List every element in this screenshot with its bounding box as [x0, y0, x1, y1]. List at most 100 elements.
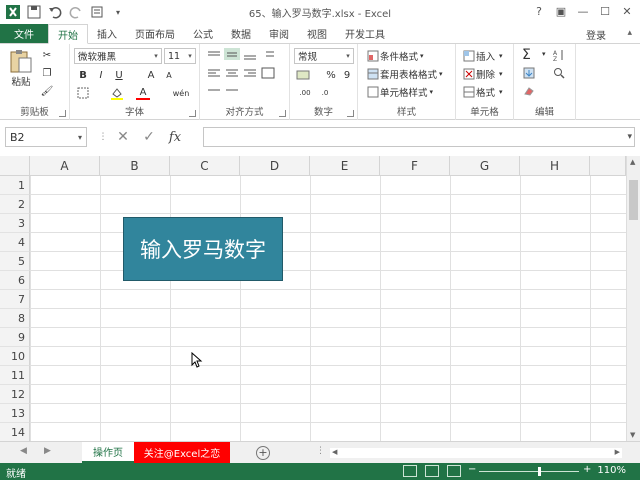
scroll-down-icon[interactable]: ▼	[630, 431, 635, 439]
grow-font-button[interactable]: A	[144, 68, 158, 82]
scroll-thumb[interactable]	[629, 180, 638, 220]
tab-review[interactable]: 审阅	[260, 24, 298, 43]
vertical-scrollbar[interactable]: ▲ ▼	[626, 156, 640, 441]
tab-page-layout[interactable]: 页面布局	[126, 24, 184, 43]
input-roman-numeral-shape[interactable]: 输入罗马数字	[123, 217, 283, 281]
help-button[interactable]: ?	[528, 2, 550, 20]
format-painter-icon[interactable]: 🖌	[40, 84, 54, 98]
zoom-slider[interactable]	[479, 471, 579, 472]
alignment-icons[interactable]	[200, 48, 290, 106]
decrease-decimal-icon[interactable]: .0	[318, 86, 332, 100]
column-header[interactable]: A	[30, 156, 100, 176]
row-header[interactable]: 9	[0, 328, 30, 347]
customize-qat-icon[interactable]: ▾	[109, 3, 127, 21]
bold-button[interactable]: B	[76, 68, 90, 82]
prev-sheet-icon[interactable]: ◀	[20, 446, 27, 456]
border-icon[interactable]	[76, 86, 90, 100]
column-header[interactable]: B	[100, 156, 170, 176]
phonetic-button[interactable]: wén	[173, 86, 190, 100]
increase-decimal-icon[interactable]: .00	[298, 86, 312, 100]
zoom-out-icon[interactable]: −	[468, 464, 476, 475]
normal-view-icon[interactable]	[403, 465, 417, 477]
row-header[interactable]: 14	[0, 423, 30, 441]
alignment-launcher-icon[interactable]	[279, 110, 286, 117]
font-size-combo[interactable]: 11 ▾	[164, 48, 196, 64]
collapse-ribbon-icon[interactable]: ▴	[627, 28, 632, 38]
underline-button[interactable]: U	[112, 68, 126, 82]
scroll-up-icon[interactable]: ▲	[630, 158, 635, 166]
row-header[interactable]: 13	[0, 404, 30, 423]
row-header[interactable]: 8	[0, 309, 30, 328]
number-format-combo[interactable]: 常规 ▾	[294, 48, 354, 64]
column-header[interactable]: G	[450, 156, 520, 176]
shrink-font-button[interactable]: A	[162, 68, 176, 82]
enter-icon[interactable]: ✓	[136, 129, 162, 145]
font-name-combo[interactable]: 微软雅黑 ▾	[74, 48, 162, 64]
tab-developer[interactable]: 开发工具	[336, 24, 394, 43]
copy-icon[interactable]: ❐	[40, 66, 54, 80]
page-break-view-icon[interactable]	[447, 465, 461, 477]
delete-cells-button[interactable]: 删除 ▾	[462, 67, 503, 81]
column-header[interactable]: E	[310, 156, 380, 176]
worksheet-grid[interactable]: A B C D E F G H 1 2 3 4 5 6 7 8 9 10 11 …	[0, 156, 640, 441]
print-preview-icon[interactable]	[88, 3, 106, 21]
tab-view[interactable]: 视图	[298, 24, 336, 43]
cell-area[interactable]	[30, 176, 626, 441]
cut-icon[interactable]: ✂	[40, 48, 54, 62]
add-sheet-icon[interactable]: +	[256, 446, 270, 460]
cancel-icon[interactable]: ✕	[110, 129, 136, 145]
row-header[interactable]: 2	[0, 195, 30, 214]
save-icon[interactable]	[25, 3, 43, 21]
zoom-in-icon[interactable]: +	[583, 464, 591, 475]
fill-icon[interactable]	[522, 66, 536, 80]
login-link[interactable]: 登录	[586, 27, 606, 42]
cell-styles-button[interactable]: 单元格样式 ▾	[366, 85, 433, 99]
redo-icon[interactable]	[67, 3, 85, 21]
tab-formulas[interactable]: 公式	[184, 24, 222, 43]
column-header[interactable]: C	[170, 156, 240, 176]
row-header[interactable]: 10	[0, 347, 30, 366]
select-all-corner[interactable]	[0, 156, 30, 176]
chevron-down-icon[interactable]: ▾	[542, 50, 546, 58]
column-header[interactable]	[590, 156, 626, 176]
autosum-button[interactable]: Σ	[522, 47, 531, 63]
tab-home[interactable]: 开始	[48, 24, 88, 44]
conditional-format-button[interactable]: 条件格式 ▾	[366, 49, 424, 63]
column-header[interactable]: D	[240, 156, 310, 176]
expand-formula-icon[interactable]: ▾	[627, 132, 632, 142]
clipboard-launcher-icon[interactable]	[59, 110, 66, 117]
tab-insert[interactable]: 插入	[88, 24, 126, 43]
tab-data[interactable]: 数据	[222, 24, 260, 43]
format-as-table-button[interactable]: 套用表格格式 ▾	[366, 67, 443, 81]
insert-function-icon[interactable]: fx	[162, 130, 188, 145]
row-header[interactable]: 12	[0, 385, 30, 404]
drag-handle-icon[interactable]: ⋮	[96, 132, 110, 142]
horizontal-scrollbar[interactable]: ◀ ▶	[330, 448, 622, 458]
row-header[interactable]: 11	[0, 366, 30, 385]
paste-button[interactable]: 粘贴	[8, 48, 34, 88]
clear-icon[interactable]	[522, 84, 536, 98]
insert-cells-button[interactable]: 插入 ▾	[462, 49, 503, 63]
sheet-tab-follow[interactable]: 关注@Excel之恋	[134, 442, 230, 463]
find-select-icon[interactable]	[552, 66, 566, 80]
fill-color-icon[interactable]	[110, 86, 124, 100]
sheet-tab-operation[interactable]: 操作页	[82, 442, 134, 463]
tab-file[interactable]: 文件	[0, 24, 48, 43]
row-header[interactable]: 6	[0, 271, 30, 290]
maximize-button[interactable]: ☐	[594, 2, 616, 20]
accounting-format-icon[interactable]	[296, 68, 310, 82]
column-header[interactable]: H	[520, 156, 590, 176]
name-box[interactable]: B2 ▾	[5, 127, 87, 147]
row-header[interactable]: 4	[0, 233, 30, 252]
italic-button[interactable]: I	[94, 68, 108, 82]
scroll-left-icon[interactable]: ◀	[332, 448, 337, 456]
sort-filter-icon[interactable]: AZ	[552, 48, 566, 62]
comma-button[interactable]: 9	[340, 68, 354, 82]
format-cells-button[interactable]: 格式 ▾	[462, 85, 503, 99]
undo-icon[interactable]	[46, 3, 64, 21]
zoom-slider-handle[interactable]	[538, 467, 541, 476]
font-launcher-icon[interactable]	[189, 110, 196, 117]
next-sheet-icon[interactable]: ▶	[44, 446, 51, 456]
column-header[interactable]: F	[380, 156, 450, 176]
drag-handle-icon[interactable]: ⋮	[316, 446, 325, 456]
